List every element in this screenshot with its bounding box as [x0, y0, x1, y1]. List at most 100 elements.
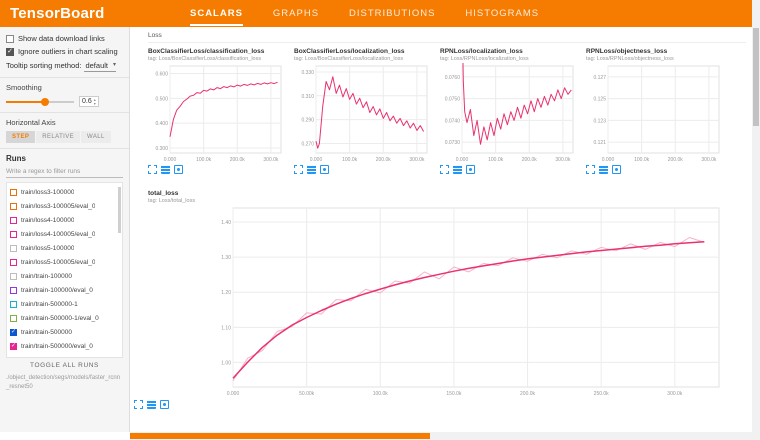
vertical-scrollbar[interactable] — [752, 0, 760, 440]
fullscreen-icon[interactable] — [586, 165, 595, 174]
line-chart[interactable]: 0.1210.1230.1250.1270.000100.0k200.0k300… — [586, 63, 723, 163]
category-header[interactable]: Loss — [148, 30, 746, 43]
run-row[interactable]: ✓ train/train-100000 — [10, 269, 121, 283]
run-list-scrollbar[interactable] — [118, 187, 121, 233]
nav-tab[interactable]: SCALARS — [190, 1, 243, 26]
run-checkbox[interactable]: ✓ — [10, 189, 17, 196]
svg-text:0.330: 0.330 — [301, 70, 314, 76]
run-row[interactable]: ✓ train/loss5-100000 — [10, 241, 121, 255]
cards-row: BoxClassifierLoss/classification_loss ta… — [148, 48, 752, 174]
checkbox-label: Ignore outliers in chart scaling — [18, 48, 118, 57]
svg-text:0.290: 0.290 — [301, 118, 314, 124]
svg-text:300.0k: 300.0k — [701, 157, 717, 163]
axis-mode-button[interactable]: WALL — [81, 131, 111, 143]
run-row[interactable]: ✓ train/train-500000-1 — [10, 297, 121, 311]
divider — [0, 77, 129, 78]
fullscreen-icon[interactable] — [440, 165, 449, 174]
run-checkbox[interactable]: ✓ — [10, 245, 17, 252]
svg-text:0.000: 0.000 — [227, 391, 240, 397]
settings-checkbox-row[interactable]: ✓ Show data download links — [6, 35, 123, 44]
svg-text:0.000: 0.000 — [602, 157, 615, 163]
run-checkbox[interactable]: ✓ — [10, 343, 17, 350]
run-label[interactable]: train/loss4-100000 — [21, 217, 74, 224]
run-checkbox[interactable]: ✓ — [10, 301, 17, 308]
run-checkbox[interactable]: ✓ — [10, 231, 17, 238]
horizontal-axis-label: Horizontal Axis — [6, 118, 123, 127]
run-checkbox[interactable]: ✓ — [10, 315, 17, 322]
settings-checkbox-row[interactable]: ✓ Ignore outliers in chart scaling — [6, 48, 123, 57]
run-label[interactable]: train/train-500000-1 — [21, 301, 78, 308]
run-label[interactable]: train/train-500000-1/eval_0 — [21, 315, 99, 322]
fullscreen-icon[interactable] — [134, 400, 143, 409]
run-label[interactable]: train/loss5-100000 — [21, 245, 74, 252]
run-row[interactable]: ✓ train/loss4-100005/eval_0 — [10, 227, 121, 241]
run-label[interactable]: train/train-500000 — [21, 329, 72, 336]
axis-mode-button[interactable]: RELATIVE — [36, 131, 80, 143]
fullscreen-icon[interactable] — [294, 165, 303, 174]
horizontal-scrollbar[interactable] — [130, 432, 752, 440]
spinner-icon[interactable]: ▴▾ — [94, 98, 96, 105]
pin-icon[interactable] — [160, 400, 169, 409]
run-label[interactable]: train/train-500000/eval_0 — [21, 343, 93, 350]
nav-tab[interactable]: GRAPHS — [273, 1, 319, 26]
run-row[interactable]: ✓ train/train-500000/eval_0 — [10, 339, 121, 353]
svg-text:0.000: 0.000 — [456, 157, 469, 163]
run-checkbox[interactable]: ✓ — [10, 287, 17, 294]
run-label[interactable]: train/loss5-100005/eval_0 — [21, 259, 95, 266]
total-loss-chart[interactable]: 1.001.101.201.301.400.00050.00k100.0k150… — [203, 205, 752, 397]
chart-title: RPNLoss/localization_loss — [440, 48, 577, 55]
smoothing-slider[interactable] — [6, 101, 74, 103]
run-selector-icon[interactable] — [147, 400, 156, 409]
pin-icon[interactable] — [466, 165, 475, 174]
fullscreen-icon[interactable] — [148, 165, 157, 174]
checkbox-icon[interactable]: ✓ — [6, 35, 14, 43]
line-chart[interactable]: 0.3000.4000.5000.6000.000100.0k200.0k300… — [148, 63, 285, 163]
vertical-scrollbar-thumb[interactable] — [753, 28, 759, 126]
pin-icon[interactable] — [612, 165, 621, 174]
svg-text:1.30: 1.30 — [221, 255, 231, 261]
run-row[interactable]: ✓ train/loss3-100005/eval_0 — [10, 199, 121, 213]
nav-tab[interactable]: HISTOGRAMS — [465, 1, 539, 26]
run-selector-icon[interactable] — [599, 165, 608, 174]
run-checkbox[interactable]: ✓ — [10, 203, 17, 210]
checkbox-icon[interactable]: ✓ — [6, 48, 14, 56]
run-selector-icon[interactable] — [307, 165, 316, 174]
horizontal-scrollbar-thumb[interactable] — [130, 433, 430, 439]
run-label[interactable]: train/train-100000/eval_0 — [21, 287, 93, 294]
axis-mode-button[interactable]: STEP — [6, 131, 35, 143]
line-chart[interactable]: 0.2700.2900.3100.3300.000100.0k200.0k300… — [294, 63, 431, 163]
nav-tab[interactable]: DISTRIBUTIONS — [349, 1, 435, 26]
pin-icon[interactable] — [174, 165, 183, 174]
slider-knob[interactable] — [41, 98, 49, 106]
run-selector-icon[interactable] — [161, 165, 170, 174]
run-label[interactable]: train/loss4-100005/eval_0 — [21, 231, 95, 238]
app-header: TensorBoard SCALARSGRAPHSDISTRIBUTIONSHI… — [0, 0, 752, 27]
run-checkbox[interactable]: ✓ — [10, 329, 17, 336]
run-label[interactable]: train/train-100000 — [21, 273, 72, 280]
run-row[interactable]: ✓ train/loss3-100000 — [10, 185, 121, 199]
tooltip-sort-dropdown[interactable]: default ▾ — [84, 61, 116, 72]
run-row[interactable]: ✓ train/train-500000 — [10, 325, 121, 339]
smoothing-value-input[interactable]: 0.6 ▴▾ — [79, 96, 99, 107]
run-row[interactable]: ✓ train/train-500000-1/eval_0 — [10, 311, 121, 325]
runs-filter-input[interactable] — [6, 166, 123, 178]
run-checkbox[interactable]: ✓ — [10, 273, 17, 280]
check-icon: ✓ — [11, 329, 16, 335]
run-selector-icon[interactable] — [453, 165, 462, 174]
line-chart[interactable]: 0.07300.07400.07500.07600.000100.0k200.0… — [440, 63, 577, 163]
run-checkbox[interactable]: ✓ — [10, 259, 17, 266]
pin-icon[interactable] — [320, 165, 329, 174]
toggle-all-runs-button[interactable]: TOGGLE ALL RUNS — [6, 358, 123, 371]
chart-toolbar — [586, 165, 723, 174]
tooltip-sort-label: Tooltip sorting method: — [6, 61, 81, 70]
run-row[interactable]: ✓ train/train-100000/eval_0 — [10, 283, 121, 297]
run-checkbox[interactable]: ✓ — [10, 217, 17, 224]
svg-text:100.0k: 100.0k — [634, 157, 650, 163]
run-label[interactable]: train/loss3-100000 — [21, 189, 74, 196]
chart-tag: tag: Loss/BoxClassifierLoss/classificati… — [148, 56, 285, 62]
run-row[interactable]: ✓ train/loss5-100005/eval_0 — [10, 255, 121, 269]
run-label[interactable]: train/loss3-100005/eval_0 — [21, 203, 95, 210]
svg-text:0.600: 0.600 — [155, 71, 168, 77]
scalar-chart-card: BoxClassifierLoss/localization_loss tag:… — [294, 48, 431, 174]
run-row[interactable]: ✓ train/loss4-100000 — [10, 213, 121, 227]
